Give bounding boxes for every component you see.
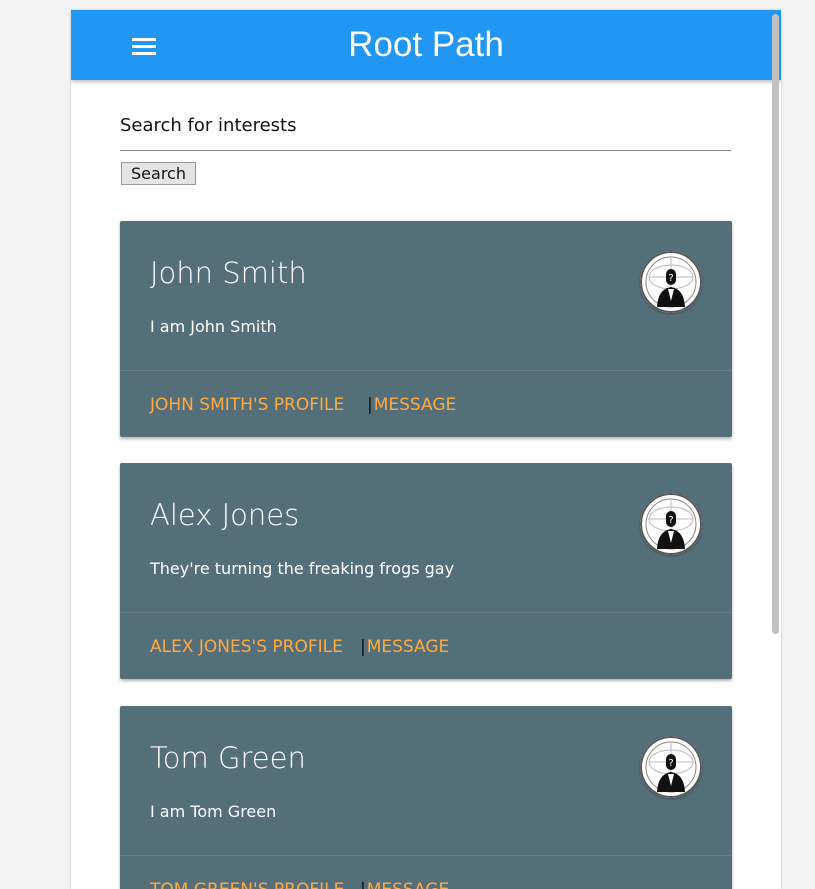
action-separator: | xyxy=(367,395,373,415)
app-page: Root Path Search for interests Search Jo… xyxy=(71,10,781,889)
message-link[interactable]: MESSAGE xyxy=(374,395,457,415)
anonymous-mask-avatar-icon: ? xyxy=(640,493,702,555)
card-actions: TOM GREEN'S PROFILE|MESSAGE xyxy=(150,879,449,889)
user-bio: I am Tom Green xyxy=(150,802,277,821)
anonymous-mask-avatar-icon: ? xyxy=(640,736,702,798)
card-actions: JOHN SMITH'S PROFILE |MESSAGE xyxy=(150,394,456,416)
action-separator: | xyxy=(360,637,366,657)
anonymous-mask-avatar-icon: ? xyxy=(640,251,702,313)
user-name: Alex Jones xyxy=(150,498,300,532)
card-divider xyxy=(120,612,732,613)
user-name: Tom Green xyxy=(150,741,306,775)
user-bio: I am John Smith xyxy=(150,317,277,336)
action-separator: | xyxy=(360,880,366,889)
profile-link[interactable]: ALEX JONES'S PROFILE xyxy=(150,636,360,658)
search-label: Search for interests xyxy=(120,115,297,136)
card-divider xyxy=(120,855,732,856)
svg-text:?: ? xyxy=(668,515,673,526)
message-link[interactable]: MESSAGE xyxy=(367,637,450,657)
card-divider xyxy=(120,370,732,371)
vertical-scrollbar[interactable] xyxy=(771,10,781,889)
search-button[interactable]: Search xyxy=(121,162,196,185)
profile-link[interactable]: TOM GREEN'S PROFILE xyxy=(150,879,360,889)
app-bar: Root Path xyxy=(71,10,781,80)
user-bio: They're turning the freaking frogs gay xyxy=(150,559,455,578)
app-title: Root Path xyxy=(348,25,504,64)
message-link[interactable]: MESSAGE xyxy=(367,880,450,889)
card-actions: ALEX JONES'S PROFILE |MESSAGE xyxy=(150,636,449,658)
svg-text:?: ? xyxy=(668,758,673,769)
user-name: John Smith xyxy=(150,256,307,290)
user-card: Tom Green I am Tom Green ? TOM GREEN'S P… xyxy=(120,706,732,889)
svg-text:?: ? xyxy=(668,273,673,284)
user-card: John Smith I am John Smith ? JOHN SMITH'… xyxy=(120,221,732,437)
scrollbar-thumb[interactable] xyxy=(772,14,779,634)
profile-link[interactable]: JOHN SMITH'S PROFILE xyxy=(150,394,367,416)
user-card: Alex Jones They're turning the freaking … xyxy=(120,463,732,679)
search-input[interactable] xyxy=(120,138,731,151)
